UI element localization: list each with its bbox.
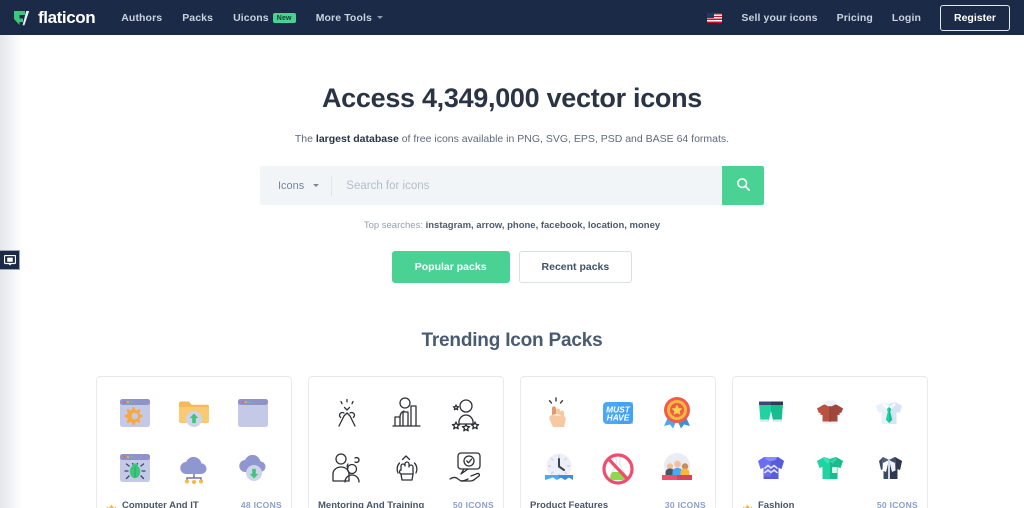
icon-must-have-badge-icon: MUST HAVE	[594, 389, 642, 437]
flaticon-flag-icon	[12, 8, 32, 28]
premium-crown-icon	[106, 500, 117, 508]
pack-card-product-features[interactable]: MUST HAVE Product Features 30 ICONS	[520, 376, 716, 508]
pack-footer: Fashion 50 ICONS	[742, 494, 918, 508]
icon-winter-coat-icon	[806, 389, 854, 437]
pack-icon-count: 50 ICONS	[452, 500, 494, 508]
nav-label: More Tools	[315, 11, 372, 24]
pack-name: Computer And IT	[122, 499, 199, 508]
search-input[interactable]	[332, 179, 722, 192]
icon-folder-upload-icon	[170, 389, 218, 437]
icon-shorts-icon	[747, 389, 795, 437]
search-type-dropdown[interactable]: Icons	[260, 180, 331, 192]
top-searches-terms[interactable]: instagram, arrow, phone, facebook, locat…	[426, 220, 661, 231]
pack-name: Product Features	[530, 499, 609, 508]
section-title-trending: Trending Icon Packs	[421, 330, 603, 351]
chevron-down-icon	[376, 16, 383, 19]
icon-team-group-icon	[653, 444, 701, 492]
pack-icon-count: 50 ICONS	[876, 500, 918, 508]
pack-name: Mentoring And Training	[318, 499, 425, 508]
top-searches-label: Top searches:	[363, 220, 423, 231]
trending-packs-grid: Computer And IT 48 ICONS Mentoring And T…	[0, 376, 1024, 508]
pack-card-computer-and-it[interactable]: Computer And IT 48 ICONS	[96, 376, 292, 508]
new-badge: New	[272, 12, 296, 23]
icon-sweater-icon	[747, 444, 795, 492]
premium-crown-icon	[742, 500, 753, 508]
pack-icon-count: 48 ICONS	[240, 500, 282, 508]
nav-label: Authors	[121, 11, 163, 24]
icon-award-medal-star-icon	[653, 389, 701, 437]
icon-clock-ribbon-icon	[535, 444, 583, 492]
pack-card-mentoring-and-training[interactable]: Mentoring And Training 50 ICONS	[308, 376, 504, 508]
tab-recent-packs[interactable]: Recent packs	[518, 251, 633, 283]
nav-label: Packs	[182, 11, 214, 24]
search-button[interactable]	[722, 166, 764, 205]
pack-footer: Mentoring And Training 50 ICONS	[318, 494, 494, 508]
pack-card-fashion[interactable]: Fashion 50 ICONS	[732, 376, 928, 508]
icon-raised-fist-icon	[382, 444, 430, 492]
nav-item-more-tools[interactable]: More Tools	[316, 12, 383, 24]
page-title: Access 4,349,000 vector icons	[321, 83, 703, 113]
pack-footer: Product Features 30 ICONS	[530, 494, 706, 508]
hero-section: Access 4,349,000 vector icons The larges…	[0, 35, 1024, 283]
site-header: flaticon Authors Packs Uicons New More T…	[0, 0, 1024, 35]
icon-person-stars-rating-icon	[441, 389, 489, 437]
main-nav: Authors Packs Uicons New More Tools	[121, 12, 383, 24]
icon-cloud-download-icon	[229, 444, 277, 492]
tab-popular-packs[interactable]: Popular packs	[391, 251, 510, 283]
icon-browser-settings-icon	[111, 389, 159, 437]
logo[interactable]: flaticon	[12, 7, 96, 28]
link-sell-your-icons[interactable]: Sell your icons	[741, 12, 817, 24]
search-type-label: Icons	[278, 179, 305, 192]
pack-preview-grid	[318, 386, 494, 494]
link-pricing[interactable]: Pricing	[837, 12, 873, 24]
search-bar: Icons	[260, 166, 764, 205]
icon-two-people-icon	[323, 444, 371, 492]
header-right-group: Sell your icons Pricing Login Register	[707, 4, 1010, 31]
chevron-down-icon	[313, 184, 320, 187]
search-icon	[736, 177, 751, 195]
hero-subtitle: The largest database of free icons avail…	[0, 133, 1024, 145]
feedback-chat-icon[interactable]	[0, 250, 20, 270]
logo-text: flaticon	[38, 7, 96, 27]
us-flag-icon[interactable]	[707, 12, 723, 23]
pack-preview-grid: MUST HAVE	[530, 386, 706, 494]
icon-polo-shirt-icon	[806, 444, 854, 492]
icon-shirt-tie-icon	[865, 389, 913, 437]
icon-no-chemicals-icon	[594, 444, 642, 492]
pack-preview-grid	[106, 386, 282, 494]
icon-person-growth-chart-icon	[382, 389, 430, 437]
pack-icon-count: 30 ICONS	[664, 500, 706, 508]
icon-handshake-celebrate-icon	[323, 389, 371, 437]
nav-label: Uicons	[233, 11, 269, 24]
pack-tabs: Popular packs Recent packs	[0, 251, 1024, 283]
nav-item-authors[interactable]: Authors	[121, 12, 162, 24]
nav-item-packs[interactable]: Packs	[182, 12, 213, 24]
register-button[interactable]: Register	[939, 4, 1010, 31]
hero-subtitle-pre: The	[294, 133, 316, 145]
svg-text:HAVE: HAVE	[607, 412, 630, 422]
search-box: Icons	[260, 166, 722, 205]
link-login[interactable]: Login	[892, 12, 921, 24]
icon-hand-approved-bubble-icon	[441, 444, 489, 492]
icon-suit-jacket-icon	[865, 444, 913, 492]
icon-cloud-network-icon	[170, 444, 218, 492]
hero-subtitle-post: of free icons available in PNG, SVG, EPS…	[398, 133, 730, 145]
pack-name: Fashion	[758, 499, 795, 508]
pack-preview-grid	[742, 386, 918, 494]
hero-subtitle-bold: largest database	[315, 133, 399, 145]
nav-item-uicons[interactable]: Uicons New	[233, 12, 296, 24]
icon-browser-window-icon	[229, 389, 277, 437]
top-searches: Top searches: instagram, arrow, phone, f…	[0, 220, 1024, 231]
icon-browser-bug-icon	[111, 444, 159, 492]
pack-footer: Computer And IT 48 ICONS	[106, 494, 282, 508]
icon-click-hand-icon	[535, 389, 583, 437]
